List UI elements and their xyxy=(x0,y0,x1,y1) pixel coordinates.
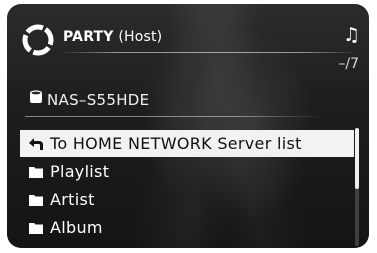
back-arrow-icon xyxy=(29,137,43,150)
list-item-artist[interactable]: Artist xyxy=(20,186,354,213)
list-item-playlist[interactable]: Playlist xyxy=(20,158,354,185)
list-item-label: Playlist xyxy=(50,162,110,181)
header-divider xyxy=(59,52,359,53)
party-status: PARTY (Host) xyxy=(63,29,162,45)
server-name: NAS–S55HDE xyxy=(47,91,150,109)
folder-icon xyxy=(29,194,43,206)
list-item-label: To HOME NETWORK Server list xyxy=(50,134,302,153)
party-name: PARTY xyxy=(63,29,114,45)
music-note-icon: ♫ xyxy=(343,24,361,46)
list-item-label: Album xyxy=(50,218,103,237)
server-disk-icon xyxy=(30,90,42,103)
scrollbar-thumb[interactable] xyxy=(355,128,359,189)
track-counter: –/7 xyxy=(338,56,359,72)
list-item-label: Artist xyxy=(50,190,95,209)
folder-icon xyxy=(29,222,43,234)
player-screen: PARTY (Host) ♫ –/7 NAS–S55HDE To HOME NE… xyxy=(7,4,369,248)
list-item-home-network-server-list[interactable]: To HOME NETWORK Server list xyxy=(20,130,354,157)
party-ring-icon xyxy=(22,24,54,56)
folder-icon xyxy=(29,166,43,178)
list-scrollbar[interactable] xyxy=(355,128,359,246)
list-item-album[interactable]: Album xyxy=(20,214,354,241)
browse-list: To HOME NETWORK Server list Playlist Art… xyxy=(20,130,354,242)
party-role: (Host) xyxy=(118,29,163,45)
server-divider xyxy=(25,116,325,117)
